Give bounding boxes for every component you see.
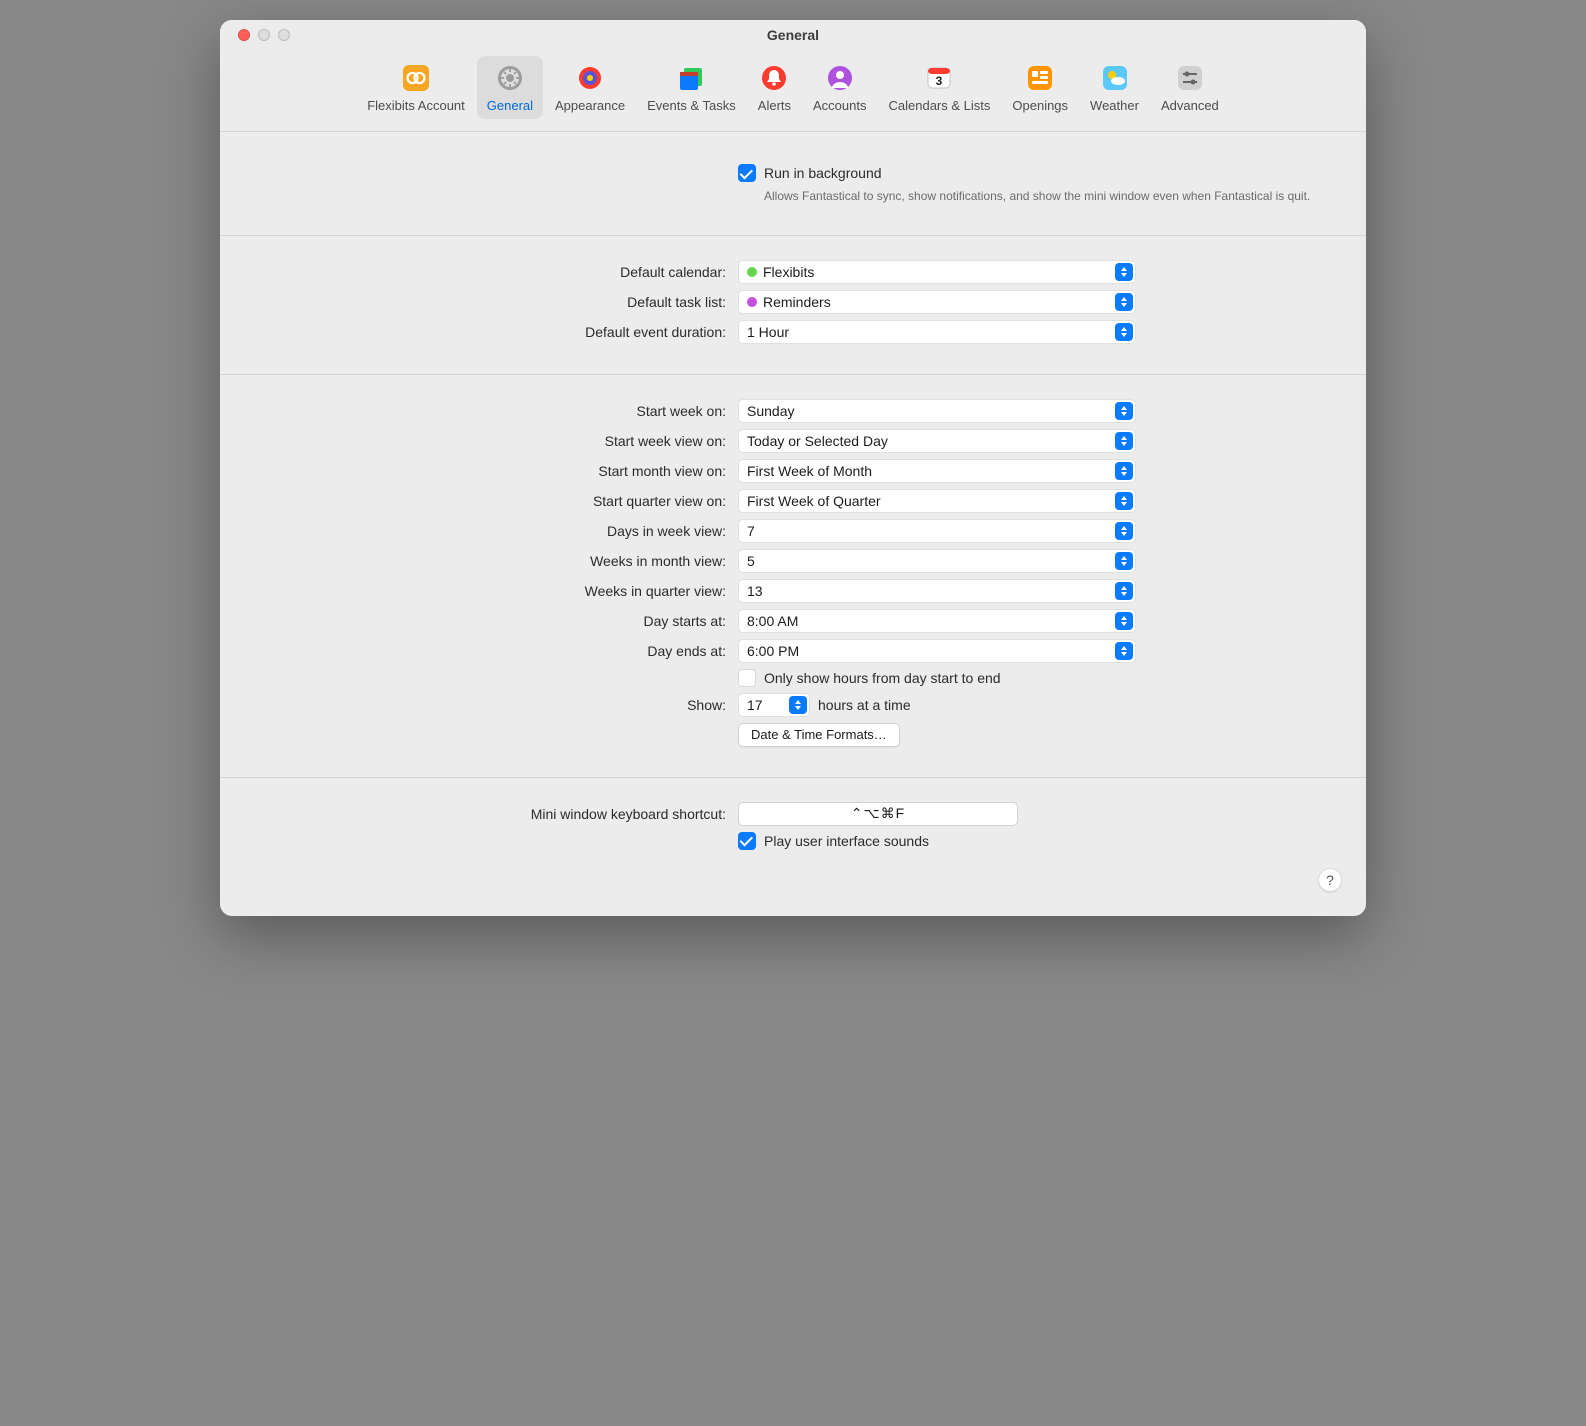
openings-icon [1024,62,1056,94]
calendar-color-dot [747,267,757,277]
chevron-updown-icon [1115,402,1133,420]
show-hours-suffix: hours at a time [818,697,911,713]
day-start-label: Day starts at: [260,613,738,629]
toolbar: Flexibits Account General Appearance Eve… [220,50,1366,132]
tab-openings[interactable]: Openings [1002,56,1078,119]
calendar-stack-icon [675,62,707,94]
play-sounds-checkbox[interactable] [738,832,756,850]
flexibits-icon [400,62,432,94]
play-sounds-label: Play user interface sounds [764,833,929,849]
run-in-background-subtext: Allows Fantastical to sync, show notific… [764,188,1310,205]
day-start-select[interactable]: 8:00 AM [738,609,1136,633]
gear-icon [494,62,526,94]
shortcut-label: Mini window keyboard shortcut: [260,806,738,822]
chevron-updown-icon [1115,582,1133,600]
start-quarter-select[interactable]: First Week of Quarter [738,489,1136,513]
svg-text:3: 3 [936,74,943,88]
chevron-updown-icon [789,696,807,714]
calendar-icon: 3 [923,62,955,94]
default-duration-select[interactable]: 1 Hour [738,320,1136,344]
show-hours-label: Show: [260,697,738,713]
chevron-updown-icon [1115,263,1133,281]
default-duration-label: Default event duration: [260,324,738,340]
chevron-updown-icon [1115,492,1133,510]
weeks-quarter-label: Weeks in quarter view: [260,583,738,599]
weather-icon [1099,62,1131,94]
window-title: General [767,27,819,43]
tasklist-color-dot [747,297,757,307]
default-calendar-label: Default calendar: [260,264,738,280]
start-quarter-label: Start quarter view on: [260,493,738,509]
appearance-icon [574,62,606,94]
tab-calendars-lists[interactable]: 3 Calendars & Lists [879,56,1001,119]
default-tasklist-select[interactable]: Reminders [738,290,1136,314]
tab-flexibits-account[interactable]: Flexibits Account [357,56,475,119]
close-dot[interactable] [238,29,250,41]
person-icon [824,62,856,94]
days-week-label: Days in week view: [260,523,738,539]
run-in-background-checkbox[interactable] [738,164,756,182]
chevron-updown-icon [1115,462,1133,480]
start-week-label: Start week on: [260,403,738,419]
tab-accounts[interactable]: Accounts [803,56,876,119]
sliders-icon [1174,62,1206,94]
chevron-updown-icon [1115,323,1133,341]
weeks-quarter-select[interactable]: 13 [738,579,1136,603]
chevron-updown-icon [1115,293,1133,311]
tab-weather[interactable]: Weather [1080,56,1149,119]
day-end-select[interactable]: 6:00 PM [738,639,1136,663]
shortcut-input[interactable]: ⌃⌥⌘F [738,802,1018,826]
chevron-updown-icon [1115,642,1133,660]
bell-icon [758,62,790,94]
default-calendar-select[interactable]: Flexibits [738,260,1136,284]
only-show-hours-checkbox[interactable] [738,669,756,687]
start-month-select[interactable]: First Week of Month [738,459,1136,483]
minimize-dot[interactable] [258,29,270,41]
start-weekview-label: Start week view on: [260,433,738,449]
only-show-hours-label: Only show hours from day start to end [764,670,1001,686]
window-controls [238,29,290,41]
start-weekview-select[interactable]: Today or Selected Day [738,429,1136,453]
tab-appearance[interactable]: Appearance [545,56,635,119]
start-month-label: Start month view on: [260,463,738,479]
tab-advanced[interactable]: Advanced [1151,56,1229,119]
chevron-updown-icon [1115,432,1133,450]
chevron-updown-icon [1115,552,1133,570]
tab-general[interactable]: General [477,56,543,119]
weeks-month-label: Weeks in month view: [260,553,738,569]
preferences-window: General Flexibits Account General Appear… [220,20,1366,916]
default-tasklist-label: Default task list: [260,294,738,310]
day-end-label: Day ends at: [260,643,738,659]
date-time-formats-button[interactable]: Date & Time Formats… [738,723,900,747]
chevron-updown-icon [1115,612,1133,630]
days-week-select[interactable]: 7 [738,519,1136,543]
show-hours-select[interactable]: 17 [738,693,810,717]
tab-events-tasks[interactable]: Events & Tasks [637,56,746,119]
help-button[interactable]: ? [1318,868,1342,892]
tab-alerts[interactable]: Alerts [748,56,801,119]
run-in-background-label: Run in background [764,165,882,181]
zoom-dot[interactable] [278,29,290,41]
titlebar: General [220,20,1366,50]
chevron-updown-icon [1115,522,1133,540]
start-week-select[interactable]: Sunday [738,399,1136,423]
weeks-month-select[interactable]: 5 [738,549,1136,573]
